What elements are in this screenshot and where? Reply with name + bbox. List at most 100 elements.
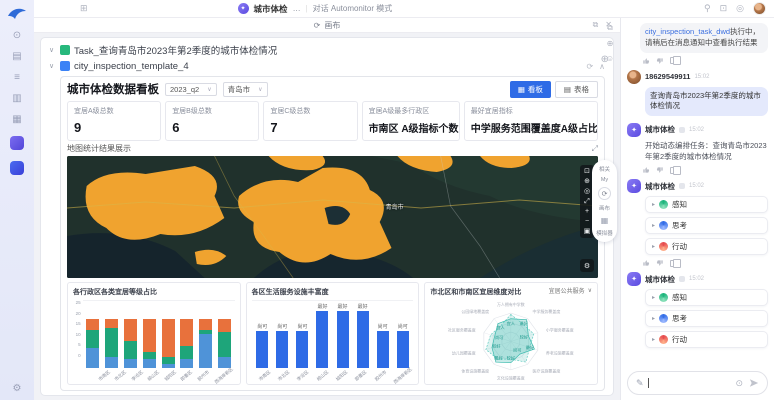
charts-row: 各行政区各类宜居等级占比 2520151050 市南区市北区李沧区崂山区城阳区即… [67,282,598,385]
feedback-row [642,166,768,174]
apps-icon[interactable]: ▤ [12,52,21,62]
topbar: ⊞ ✦ 城市体检 … | 对话 Automonitor 模式 ⚲ ⊡ ◎ [34,0,774,18]
thumbs-down-icon[interactable] [656,57,664,65]
timestamp: 15:02 [689,276,704,282]
stat-label: 最好宜居指标 [471,106,591,116]
layers-icon[interactable]: ⊕ [584,178,590,185]
quarter-select[interactable]: 2023_q2 ∨ [165,83,217,96]
feedback-icon[interactable]: ☺ [606,54,614,63]
input-actions: ⊙ [735,378,759,389]
map-city-label: 青岛市 [386,202,404,211]
copy-icon[interactable] [670,57,676,64]
thumbs-up-icon[interactable] [642,259,650,267]
city-select[interactable]: 青岛市 ∨ [223,82,268,97]
zoom-in-icon[interactable]: + [585,208,589,215]
pencil-icon[interactable]: ✎ [636,378,644,389]
share-icon[interactable]: ⚲ [704,3,711,14]
timestamp: 15:02 [689,183,704,189]
rail-label-related[interactable]: 相关 [599,165,610,173]
timestamp: 15:02 [689,127,704,133]
agent-name: 城市体检 [645,181,675,192]
city-value: 青岛市 [228,84,251,95]
notification-icon[interactable]: ◎ [736,3,744,14]
window-icon[interactable]: ⊡ [720,3,728,14]
zoom-out-icon[interactable]: − [585,218,589,225]
svg-text:宜人: 宜人 [507,320,515,326]
step-perception[interactable]: ▸ 感知 [645,289,768,306]
task-row[interactable]: ∨ Task_查询青岛市2023年第2季度的城市体检情况 [49,42,605,58]
text-caret [648,378,649,388]
board-view-button[interactable]: ▦ 看板 [510,81,551,98]
radar-dimension-select[interactable]: 宜居公共服务 ∨ [549,286,592,295]
thumbs-down-icon[interactable] [656,166,664,174]
svg-text:社区服务覆盖度: 社区服务覆盖度 [448,327,476,332]
step-perception[interactable]: ▸ 感知 [645,196,768,213]
left-sidebar: ⊙ ▤ ≡ ▥ ▦ ⚙ [0,0,34,400]
map-view[interactable]: 青岛市 ⊡ ⊕ ◎ ⤢ + − ▣ ⚙ [67,156,598,278]
agent-app-tile-2[interactable] [10,161,24,175]
user-avatar[interactable] [753,2,766,15]
step-thinking[interactable]: ▸ 思考 [645,310,768,327]
rail-label-canvas[interactable]: 画布 [599,204,610,212]
basemap-icon[interactable]: ▣ [584,228,591,235]
svg-text:公园绿地覆盖度: 公园绿地覆盖度 [462,309,490,314]
map-settings-button[interactable]: ⚙ [580,259,594,272]
copy-icon[interactable]: ⧉ [607,23,613,33]
task-name-link[interactable]: city_inspection_task_dwd [645,27,730,36]
step-thinking[interactable]: ▸ 思考 [645,217,768,234]
copy-icon[interactable] [670,260,676,267]
plot-area: 尚可尚可尚可最好最好最好尚可尚可 [252,300,414,368]
stat-value: 9 [74,120,154,135]
agent-app-tile-1[interactable] [10,136,24,150]
thumbs-up-icon[interactable] [642,166,650,174]
refresh-icon[interactable]: ⟳ [598,187,611,200]
expand-icon[interactable]: ⤢ [592,144,598,154]
more-icon[interactable]: … [293,4,301,13]
copy-icon[interactable] [670,167,676,174]
grid-icon[interactable]: ▦ [601,216,609,225]
rail-label-simulator[interactable]: 模拟器 [596,229,613,237]
docs-icon[interactable]: ▦ [12,115,21,125]
table-view-button[interactable]: ▤ 表格 [555,81,598,98]
chevron-down-icon[interactable]: ∨ [49,62,56,70]
svg-text:宜人: 宜人 [497,324,505,330]
chat-input[interactable]: ✎ ⊙ [627,371,768,395]
step-action[interactable]: ▸ 行动 [645,238,768,255]
locate-icon[interactable]: ⊕ [607,39,614,48]
rail-label-my[interactable]: My [601,177,608,183]
chevron-right-icon: ▸ [652,315,655,322]
perception-icon [659,200,668,209]
agent-name: 城市体检 [645,274,675,285]
assistant-avatar: ✦ [238,3,249,14]
radar-dropdown-value: 宜居公共服务 [549,286,585,295]
thumbs-up-icon[interactable] [642,57,650,65]
svg-text:最好: 最好 [526,344,534,350]
chart-title: 各行政区各类宜居等级占比 [73,287,235,297]
stat-card-c: 宜居C级总数 7 [263,101,357,141]
locate-icon[interactable]: ◎ [584,188,590,195]
main-column: ⊞ ✦ 城市体检 … | 对话 Automonitor 模式 ⚲ ⊡ ◎ ⟳ 画… [34,0,774,400]
step-action[interactable]: ▸ 行动 [645,331,768,348]
canvas-tab-label[interactable]: 画布 [324,20,340,31]
send-icon[interactable] [749,378,759,388]
board-label: 看板 [528,84,543,95]
detach-icon[interactable]: ⧉ [593,20,599,30]
topbar-center: ✦ 城市体检 … | 对话 Automonitor 模式 [238,3,393,15]
refresh-icon[interactable]: ⟳ [586,62,593,71]
agent-message-header: ✦ 城市体检 15:02 [627,179,768,193]
svg-text:万人拥有中学数: 万人拥有中学数 [497,302,525,307]
home-icon[interactable]: ⊙ [13,31,21,41]
list-icon[interactable]: ≡ [14,73,20,83]
template-row[interactable]: ∨ city_inspection_template_4 ⟳ ∧ [49,58,605,74]
history-icon[interactable]: ⊙ [735,378,743,389]
thumbs-down-icon[interactable] [656,259,664,267]
settings-gear-icon[interactable]: ⚙ [13,384,22,394]
mode-label[interactable]: 对话 Automonitor 模式 [313,3,393,14]
sidebar-toggle-icon[interactable]: ⊞ [80,3,88,14]
refresh-icon[interactable]: ⟳ [314,21,321,30]
svg-text:医疗设施覆盖度: 医疗设施覆盖度 [533,369,561,374]
fullscreen-icon[interactable]: ⊡ [584,168,590,175]
chevron-down-icon[interactable]: ∨ [49,46,56,54]
people-icon[interactable]: ▥ [12,94,21,104]
fit-extent-icon[interactable]: ⤢ [584,198,590,205]
